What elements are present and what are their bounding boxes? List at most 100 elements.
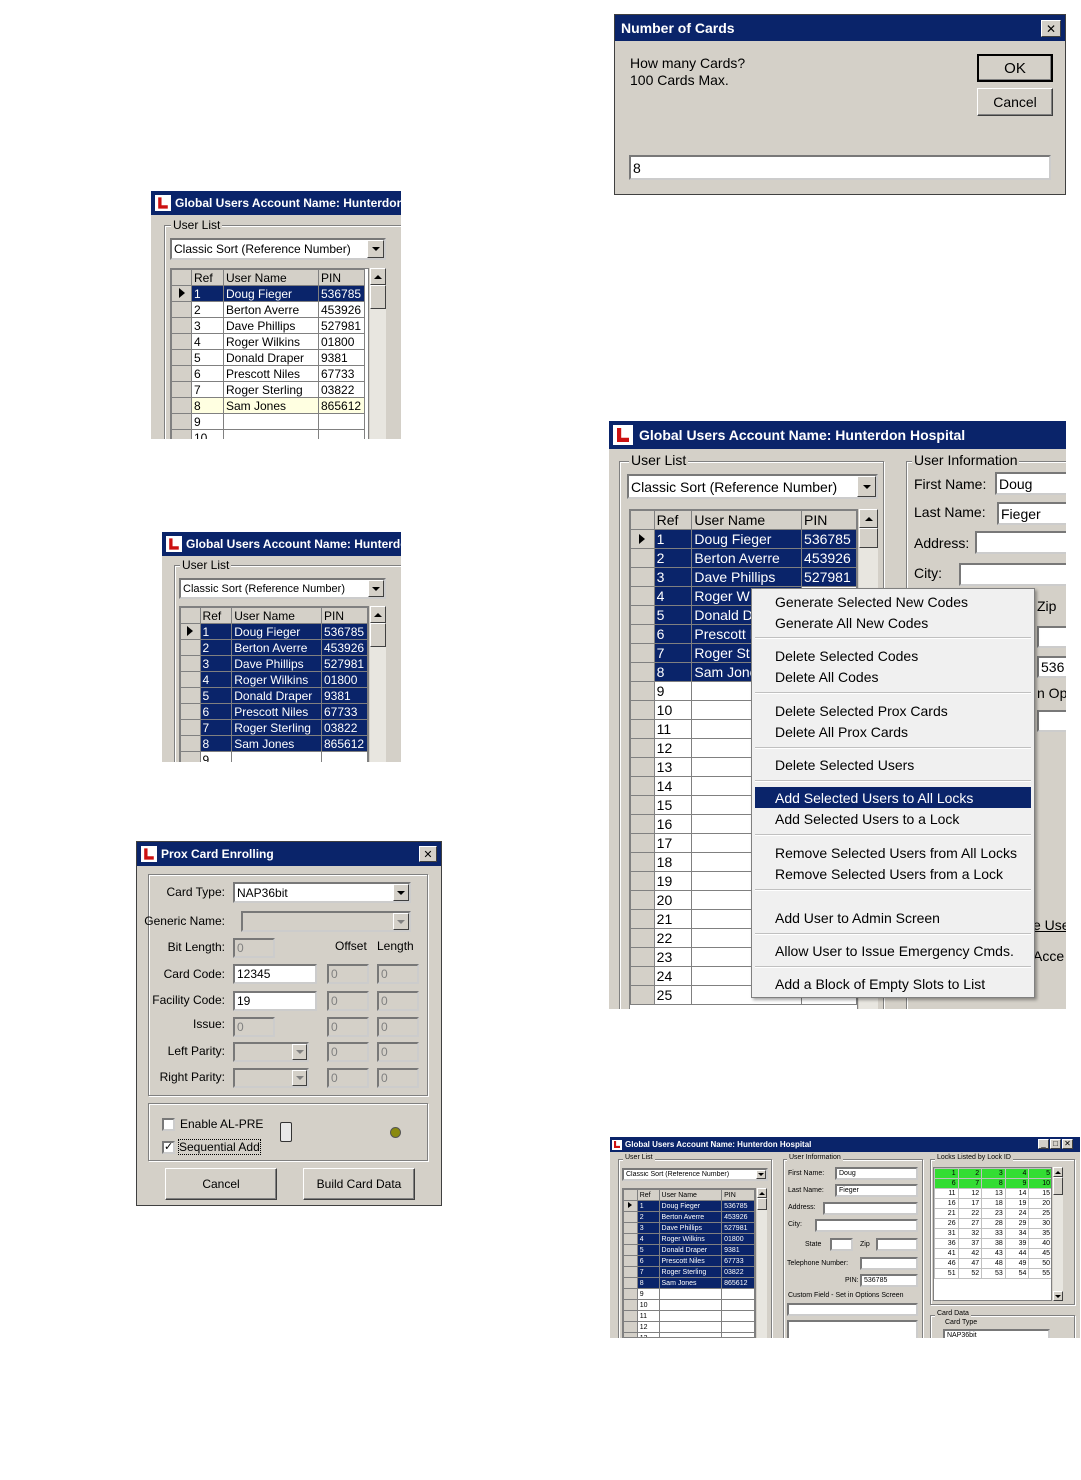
cell-user-name[interactable]: Roger Sterling bbox=[658, 1266, 723, 1278]
cell-pin[interactable] bbox=[318, 429, 365, 439]
lock-cell[interactable]: 30 bbox=[1028, 1218, 1051, 1229]
menu-item-delete-selected-prox-cards[interactable]: Delete Selected Prox Cards bbox=[755, 700, 1031, 721]
card-code-input[interactable]: 12345 bbox=[233, 964, 317, 984]
scroll-thumb[interactable] bbox=[757, 1198, 767, 1210]
cell-ref[interactable]: 10 bbox=[636, 1299, 660, 1311]
scroll-thumb[interactable] bbox=[370, 285, 386, 309]
cell-pin[interactable]: 9381 bbox=[721, 1244, 755, 1256]
lock-cell[interactable]: 17 bbox=[957, 1198, 983, 1209]
lock-cell[interactable]: 41 bbox=[934, 1248, 959, 1259]
cell-ref[interactable]: 3 bbox=[191, 317, 224, 334]
cell-ref[interactable]: 11 bbox=[653, 719, 693, 739]
table-row[interactable]: 3 Dave Phillips 527981 bbox=[180, 655, 368, 672]
table-row[interactable]: 1 Doug Fieger 536785 bbox=[180, 623, 368, 640]
lock-cell[interactable]: 13 bbox=[981, 1188, 1006, 1199]
cell-pin[interactable] bbox=[318, 413, 365, 430]
lock-cell[interactable]: 15 bbox=[1028, 1188, 1051, 1199]
card-type-select[interactable]: NAP36bit bbox=[233, 882, 411, 903]
cell-ref[interactable]: 9 bbox=[636, 1288, 660, 1300]
custom-field-input[interactable] bbox=[787, 1303, 918, 1316]
cell-user-name[interactable]: Prescott Niles bbox=[658, 1255, 723, 1267]
column-header[interactable]: Ref bbox=[653, 510, 693, 530]
cell-ref[interactable]: 2 bbox=[191, 301, 224, 318]
notes-textarea[interactable] bbox=[787, 1320, 918, 1338]
cell-user-name[interactable] bbox=[223, 413, 319, 430]
cell-pin[interactable]: 453926 bbox=[318, 301, 365, 318]
cell-user-name[interactable] bbox=[658, 1299, 723, 1311]
lock-cell[interactable]: 40 bbox=[1028, 1238, 1051, 1249]
lock-cell[interactable]: 35 bbox=[1028, 1228, 1051, 1239]
cell-ref[interactable]: 9 bbox=[191, 413, 224, 430]
table-row[interactable]: 11 bbox=[623, 1310, 755, 1322]
address-input[interactable] bbox=[823, 1202, 918, 1215]
scroll-up-icon[interactable] bbox=[859, 509, 878, 528]
cell-ref[interactable]: 10 bbox=[191, 429, 224, 439]
menu-item-delete-all-codes[interactable]: Delete All Codes bbox=[755, 666, 1031, 687]
pin-input[interactable]: 536785 bbox=[860, 1274, 918, 1287]
sort-select[interactable]: Classic Sort (Reference Number) bbox=[627, 474, 878, 499]
card-count-input[interactable]: 8 bbox=[629, 155, 1051, 180]
cell-user-name[interactable]: Berton Averre bbox=[223, 301, 319, 318]
cell-user-name[interactable]: Sam Jones bbox=[658, 1277, 723, 1289]
lock-cell[interactable]: 16 bbox=[934, 1198, 959, 1209]
cell-user-name[interactable]: Prescott Niles bbox=[231, 703, 322, 720]
cell-ref[interactable]: 4 bbox=[653, 586, 693, 606]
state-input[interactable] bbox=[830, 1238, 853, 1251]
cell-pin[interactable]: 536785 bbox=[318, 285, 365, 302]
cell-ref[interactable]: 12 bbox=[653, 738, 693, 758]
cell-pin[interactable]: 527981 bbox=[321, 655, 368, 672]
column-header[interactable]: PIN bbox=[321, 607, 368, 624]
cell-ref[interactable]: 7 bbox=[199, 719, 233, 736]
lock-cell[interactable]: 20 bbox=[1028, 1198, 1051, 1209]
lock-cell[interactable]: 34 bbox=[1004, 1228, 1030, 1239]
cell-user-name[interactable]: Doug Fieger bbox=[231, 623, 322, 640]
cell-ref[interactable]: 15 bbox=[653, 795, 693, 815]
sort-select[interactable]: Classic Sort (Reference Number) bbox=[179, 578, 386, 599]
table-row[interactable]: 8 Sam Jones 865612 bbox=[171, 397, 365, 414]
cell-user-name[interactable]: Donald Draper bbox=[231, 687, 322, 704]
cell-pin[interactable]: 67733 bbox=[721, 1255, 755, 1267]
table-row[interactable]: 2 Berton Averre 453926 bbox=[623, 1211, 755, 1223]
telephone-input[interactable] bbox=[860, 1257, 918, 1270]
table-row[interactable]: 4 Roger Wilkins 01800 bbox=[171, 333, 365, 350]
cell-pin[interactable]: 865612 bbox=[721, 1277, 755, 1289]
cell-ref[interactable]: 18 bbox=[653, 852, 693, 872]
column-header[interactable]: User Name bbox=[231, 607, 322, 624]
close-icon[interactable]: ✕ bbox=[1062, 1139, 1073, 1149]
locks-scrollbar[interactable] bbox=[1052, 1167, 1063, 1301]
cell-ref[interactable]: 8 bbox=[199, 735, 233, 752]
cell-pin[interactable]: 03822 bbox=[321, 719, 368, 736]
cell-pin[interactable]: 865612 bbox=[318, 397, 365, 414]
cell-pin[interactable]: 9381 bbox=[318, 349, 365, 366]
menu-item-add-empty-slots[interactable]: Add a Block of Empty Slots to List bbox=[755, 973, 1031, 994]
sort-select[interactable]: Classic Sort (Reference Number) bbox=[622, 1168, 768, 1181]
cell-user-name[interactable]: Roger Wilkins bbox=[231, 671, 322, 688]
city-input[interactable] bbox=[815, 1219, 918, 1232]
table-row[interactable]: 2 Berton Averre 453926 bbox=[171, 301, 365, 318]
cell-pin[interactable] bbox=[721, 1321, 755, 1333]
cell-pin[interactable]: 01800 bbox=[318, 333, 365, 350]
cell-user-name[interactable]: Doug Fieger bbox=[223, 285, 319, 302]
menu-item-add-users-all-locks[interactable]: Add Selected Users to All Locks bbox=[755, 787, 1031, 808]
cell-pin[interactable]: 527981 bbox=[318, 317, 365, 334]
menu-item-delete-selected-codes[interactable]: Delete Selected Codes bbox=[755, 645, 1031, 666]
table-row[interactable]: 2 Berton Averre 453926 bbox=[180, 639, 368, 656]
cell-pin[interactable] bbox=[721, 1299, 755, 1311]
column-header[interactable]: User Name bbox=[658, 1189, 723, 1201]
scroll-up-icon[interactable] bbox=[370, 268, 386, 285]
cell-ref[interactable]: 5 bbox=[191, 349, 224, 366]
menu-item-remove-users-all-locks[interactable]: Remove Selected Users from All Locks bbox=[755, 842, 1031, 863]
cell-pin[interactable]: 01800 bbox=[321, 671, 368, 688]
cell-pin[interactable]: 536785 bbox=[321, 623, 368, 640]
scroll-thumb[interactable] bbox=[370, 623, 386, 647]
cell-ref[interactable]: 13 bbox=[636, 1332, 660, 1337]
table-row[interactable]: 1 Doug Fieger 536785 bbox=[630, 529, 857, 549]
custom-field-input[interactable] bbox=[1037, 710, 1066, 732]
cell-pin[interactable]: 453926 bbox=[801, 548, 857, 568]
lock-cell[interactable]: 42 bbox=[957, 1248, 983, 1259]
lock-cell[interactable]: 54 bbox=[1004, 1268, 1030, 1279]
sequential-add-checkbox[interactable]: ✓ bbox=[162, 1141, 175, 1154]
lock-cell[interactable]: 3 bbox=[981, 1168, 1006, 1179]
table-row[interactable]: 5 Donald Draper 9381 bbox=[623, 1244, 755, 1256]
zip-input[interactable] bbox=[1037, 626, 1066, 648]
